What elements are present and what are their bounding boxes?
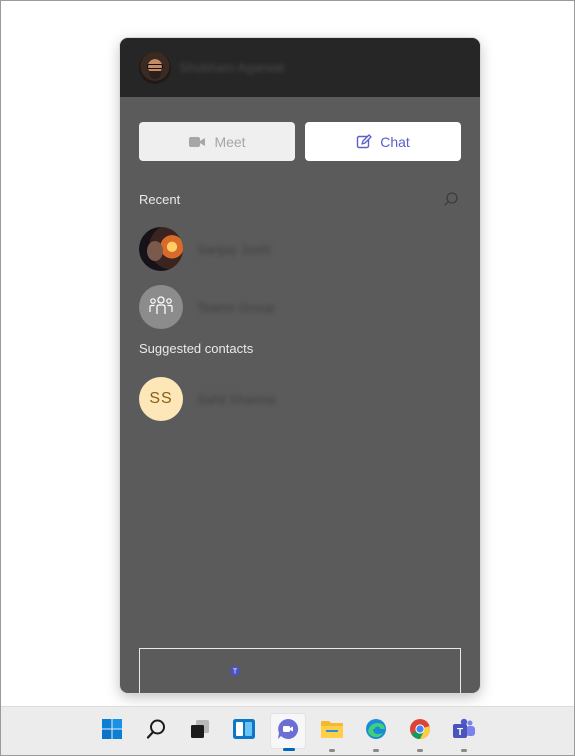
suggested-list: SS Sahil Sharma [120, 377, 480, 421]
chrome-icon [408, 717, 432, 746]
initials-avatar: SS [139, 377, 183, 421]
running-indicator [416, 749, 423, 752]
file-explorer-icon [320, 718, 344, 745]
list-item-recent-1[interactable]: Sanjay Joshi [139, 227, 461, 271]
compose-icon [356, 133, 372, 150]
group-name: Teams Group [197, 299, 276, 315]
search-button[interactable] [138, 713, 174, 749]
chat-icon [276, 717, 300, 746]
running-indicator [282, 748, 295, 751]
action-buttons: Meet Chat [120, 97, 480, 161]
start-button[interactable] [94, 713, 130, 749]
teams-icon: T [452, 717, 476, 746]
open-teams-bar[interactable]: T [139, 648, 461, 693]
contact-name: Sahil Sharma [197, 391, 276, 407]
svg-text:T: T [233, 669, 238, 676]
running-indicator [460, 749, 467, 752]
group-avatar [139, 285, 183, 329]
recent-list: Sanjay Joshi Teams Group [120, 227, 480, 329]
running-indicator [372, 749, 379, 752]
widgets-icon [232, 718, 256, 745]
running-indicator [328, 749, 335, 752]
search-icon [145, 718, 167, 745]
windows-start-icon [101, 718, 123, 745]
chat-button-label: Chat [380, 133, 410, 150]
task-view-button[interactable] [182, 713, 218, 749]
file-explorer-button[interactable] [314, 713, 350, 752]
chat-button[interactable]: Chat [305, 122, 461, 161]
meet-button[interactable]: Meet [139, 122, 295, 161]
contact-name: Sanjay Joshi [197, 241, 271, 257]
recent-header: Recent [120, 189, 480, 209]
widgets-button[interactable] [226, 713, 262, 749]
flyout-header: Shubham Agarwal [120, 38, 480, 97]
avatar-beard [149, 70, 161, 79]
teams-button[interactable]: T [446, 713, 482, 752]
edge-button[interactable] [358, 713, 394, 752]
list-item-suggested-1[interactable]: SS Sahil Sharma [139, 377, 461, 421]
avatar-glasses [147, 63, 163, 69]
meet-button-label: Meet [214, 133, 246, 150]
teams-icon: T [229, 665, 241, 677]
chat-flyout: Shubham Agarwal Meet Chat Recent Sanjay … [120, 38, 480, 693]
list-item-recent-2[interactable]: Teams Group [139, 285, 461, 329]
svg-text:T: T [456, 727, 462, 738]
suggested-contacts-label: Suggested contacts [139, 341, 254, 356]
search-icon[interactable] [441, 189, 461, 209]
contact-avatar [139, 227, 183, 271]
chrome-button[interactable] [402, 713, 438, 752]
taskbar: T [1, 706, 574, 755]
recent-label: Recent [139, 191, 181, 207]
avatar-face [147, 241, 163, 261]
user-avatar[interactable] [139, 51, 171, 84]
group-icon [148, 294, 174, 321]
chat-taskbar-button[interactable] [269, 713, 306, 751]
user-name: Shubham Agarwal [179, 60, 285, 75]
edge-icon [364, 717, 388, 746]
task-view-icon [189, 718, 211, 745]
video-camera-icon [188, 135, 206, 149]
